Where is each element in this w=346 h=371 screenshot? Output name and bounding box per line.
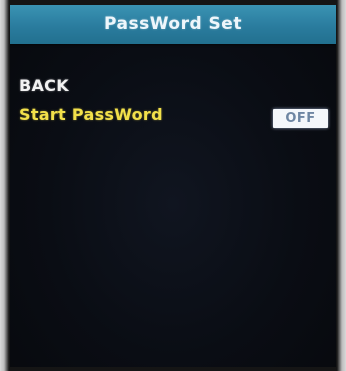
- page-title: PassWord Set: [104, 14, 242, 34]
- start-password-toggle[interactable]: OFF: [273, 109, 328, 128]
- display-screen: PassWord Set BACK Start PassWord OFF: [10, 5, 336, 367]
- device-bezel: PassWord Set BACK Start PassWord OFF: [0, 0, 346, 371]
- back-menu-item[interactable]: BACK: [19, 76, 69, 95]
- start-password-toggle-value: OFF: [285, 111, 316, 126]
- title-bar: PassWord Set: [10, 5, 336, 44]
- start-password-menu-item[interactable]: Start PassWord: [19, 105, 163, 124]
